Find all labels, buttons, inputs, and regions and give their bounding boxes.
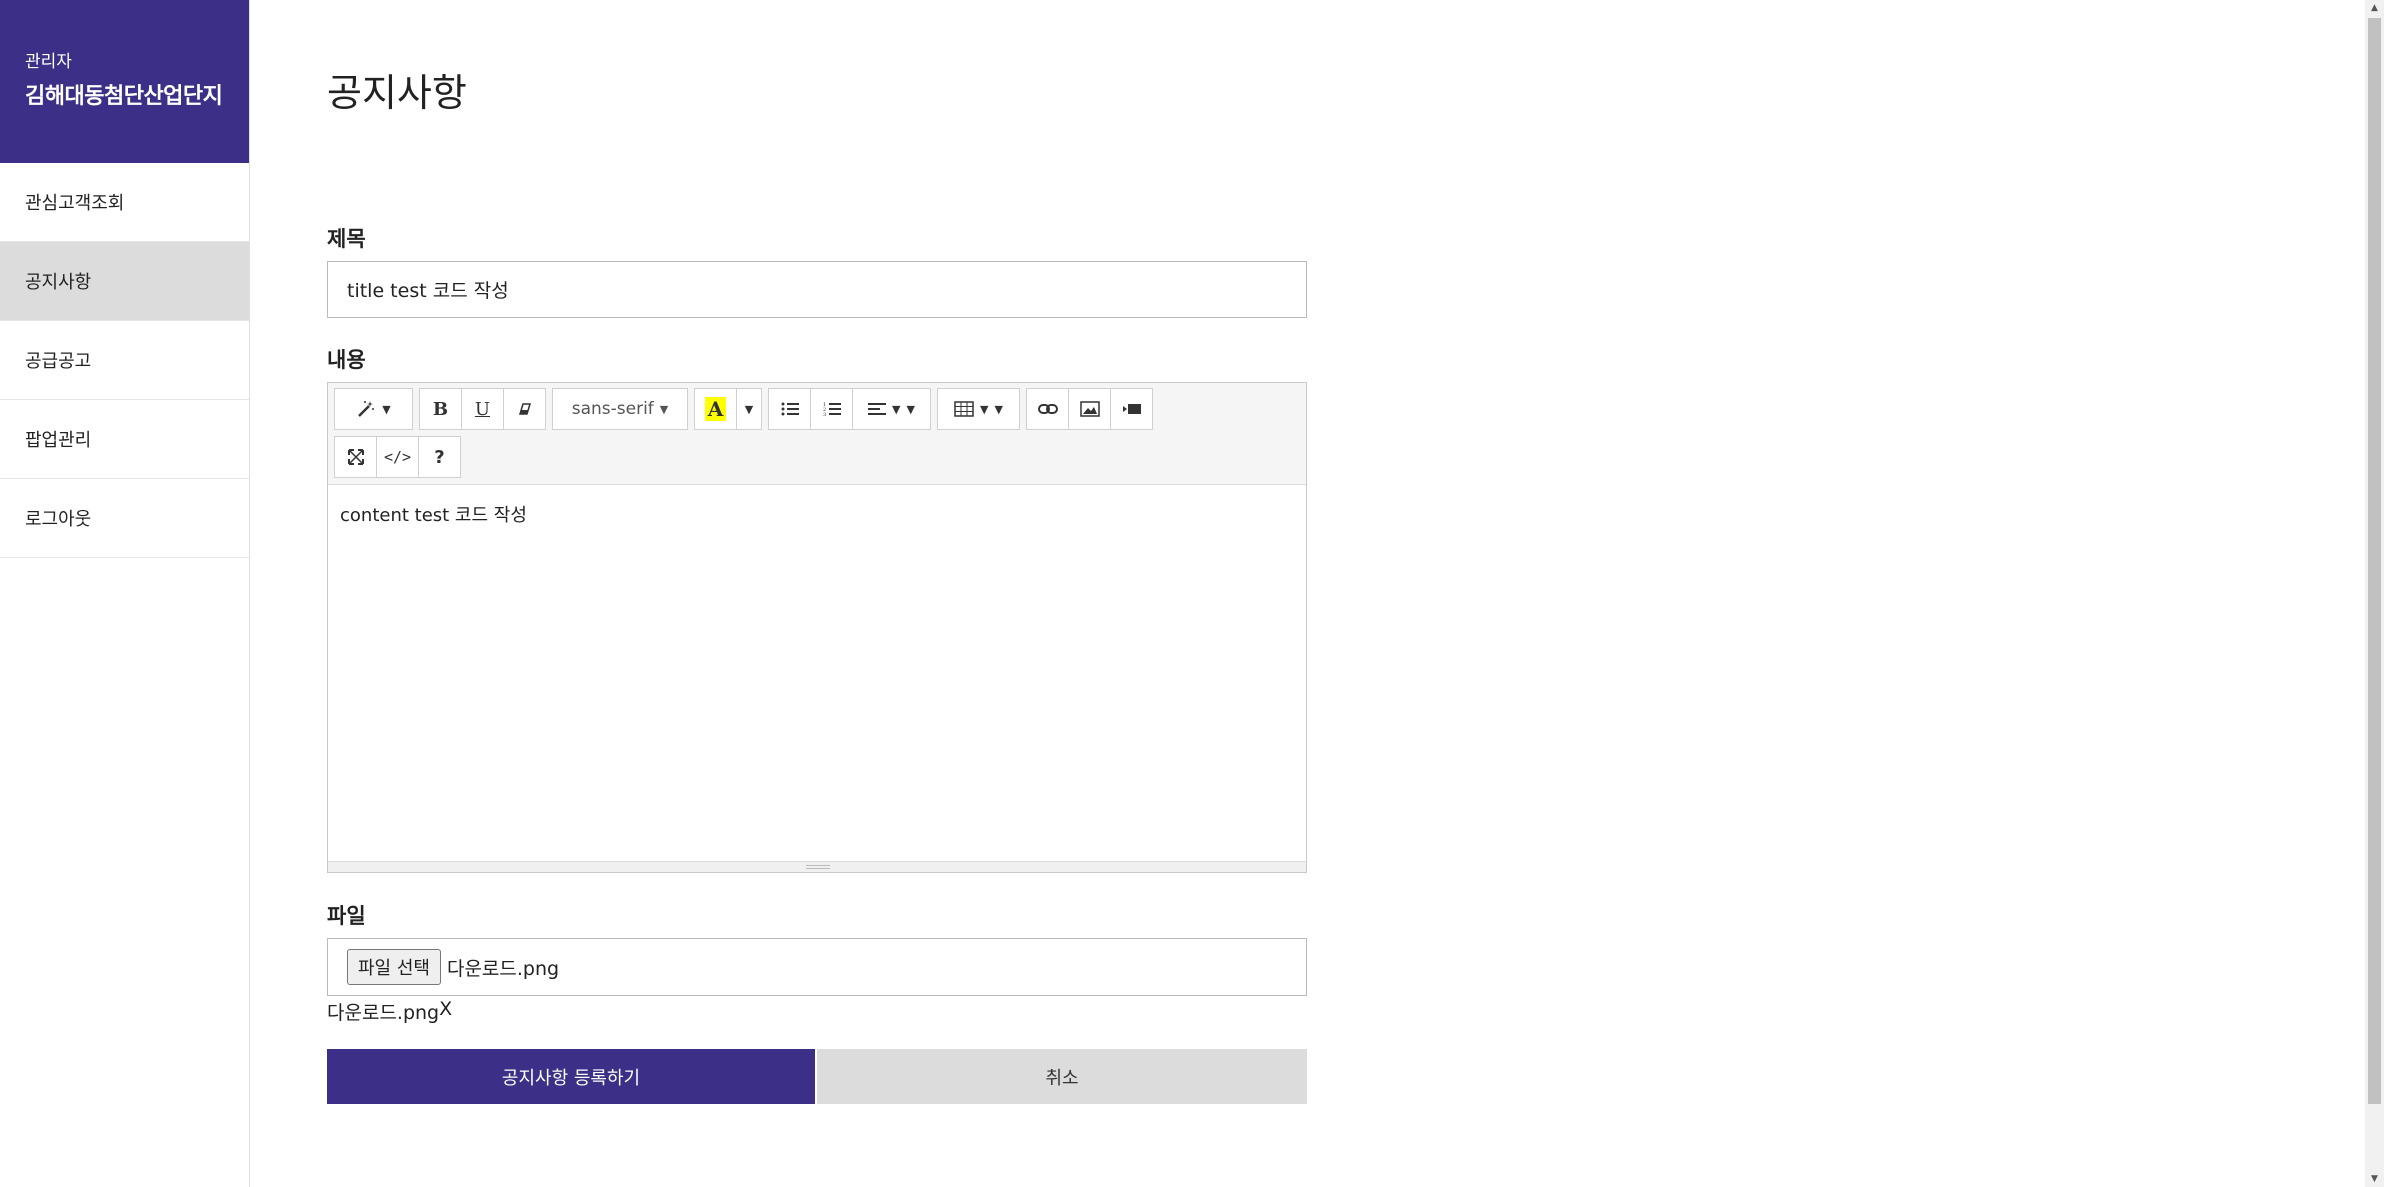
cancel-button[interactable]: 취소: [817, 1049, 1307, 1104]
style-dropdown[interactable]: ▼: [334, 388, 413, 430]
fullscreen-button[interactable]: [334, 436, 377, 478]
video-icon: [1122, 404, 1141, 414]
chevron-down-icon: ▼: [892, 402, 901, 416]
sidebar: 관리자 김해대동첨단산업단지 관심고객조회 공지사항 공급공고 팝업관리 로그아…: [0, 0, 250, 1187]
font-family-value: sans-serif: [571, 399, 654, 419]
editor-resize-bar[interactable]: [328, 861, 1306, 872]
scroll-down-icon[interactable]: ▼: [2365, 1171, 2384, 1187]
table-dropdown[interactable]: ▼ ▼: [937, 388, 1020, 430]
text-color-button[interactable]: A: [694, 388, 737, 430]
image-icon: [1079, 401, 1100, 417]
link-button[interactable]: [1026, 388, 1069, 430]
brand-header: 관리자 김해대동첨단산업단지: [0, 0, 249, 163]
file-chosen-name: 다운로드.png: [446, 957, 560, 980]
content-label: 내용: [327, 348, 366, 372]
attached-file-name: 다운로드.png: [327, 1002, 440, 1024]
highlight-a-icon: A: [704, 397, 727, 421]
rich-text-editor: ▼ B U sans-serif ▼ A ▼ 1 2 3 ▼ ▼ ▼ ▼ </>…: [327, 382, 1307, 873]
ordered-list-icon: 123: [823, 402, 841, 417]
title-label: 제목: [327, 227, 366, 251]
magic-icon: [358, 401, 375, 417]
chevron-down-icon: ▼: [744, 402, 754, 416]
chevron-down-icon: ▼: [980, 402, 989, 416]
text-color-dropdown[interactable]: ▼: [736, 388, 762, 430]
bullet-list-button[interactable]: [768, 388, 811, 430]
sidebar-item-notices[interactable]: 공지사항: [0, 242, 249, 321]
sidebar-item-customers[interactable]: 관심고객조회: [0, 163, 249, 242]
scrollbar-thumb[interactable]: [2368, 18, 2381, 1104]
submit-notice-button[interactable]: 공지사항 등록하기: [327, 1049, 815, 1104]
bullet-list-icon: [781, 402, 799, 416]
sidebar-item-popup[interactable]: 팝업관리: [0, 400, 249, 479]
font-family-dropdown[interactable]: sans-serif ▼: [552, 388, 688, 430]
clear-format-button[interactable]: [503, 388, 546, 430]
paragraph-align-dropdown[interactable]: ▼ ▼: [852, 388, 931, 430]
align-icon: [868, 403, 887, 415]
underline-button[interactable]: U: [461, 388, 504, 430]
svg-text:3: 3: [823, 412, 826, 417]
editor-content-area[interactable]: content test 코드 작성: [328, 485, 1306, 855]
form-actions: 공지사항 등록하기 취소: [327, 1049, 1307, 1104]
chevron-down-icon: ▼: [994, 402, 1003, 416]
chevron-down-icon: ▼: [906, 402, 915, 416]
eraser-icon: [518, 403, 531, 415]
editor-toolbar: ▼ B U sans-serif ▼ A ▼ 1 2 3 ▼ ▼ ▼ ▼ </>…: [328, 383, 1306, 485]
help-button[interactable]: ?: [418, 436, 461, 478]
image-button[interactable]: [1068, 388, 1111, 430]
video-button[interactable]: [1110, 388, 1153, 430]
table-icon: [954, 401, 974, 417]
bold-button[interactable]: B: [419, 388, 462, 430]
file-select-button[interactable]: 파일 선택: [347, 949, 441, 985]
chevron-down-icon: ▼: [382, 402, 391, 416]
attached-file-item: 다운로드.png X: [327, 998, 452, 1025]
title-input[interactable]: [327, 261, 1307, 318]
link-icon: [1037, 404, 1058, 414]
code-view-button[interactable]: </>: [376, 436, 419, 478]
remove-file-button[interactable]: X: [439, 998, 452, 1025]
page-title: 공지사항: [327, 71, 467, 115]
sidebar-item-logout[interactable]: 로그아웃: [0, 479, 249, 558]
resize-grip-icon: [806, 865, 830, 869]
org-name: 김해대동첨단산업단지: [25, 84, 223, 109]
scroll-up-icon[interactable]: ▲: [2365, 0, 2384, 16]
file-label: 파일: [327, 904, 366, 928]
fullscreen-icon: [347, 449, 364, 465]
chevron-down-icon: ▼: [659, 402, 669, 416]
ordered-list-button[interactable]: 123: [810, 388, 853, 430]
page-scrollbar[interactable]: ▲ ▼: [2365, 0, 2384, 1187]
admin-role-label: 관리자: [25, 52, 72, 72]
file-input: 파일 선택 다운로드.png: [327, 938, 1307, 996]
sidebar-item-supply-notice[interactable]: 공급공고: [0, 321, 249, 400]
